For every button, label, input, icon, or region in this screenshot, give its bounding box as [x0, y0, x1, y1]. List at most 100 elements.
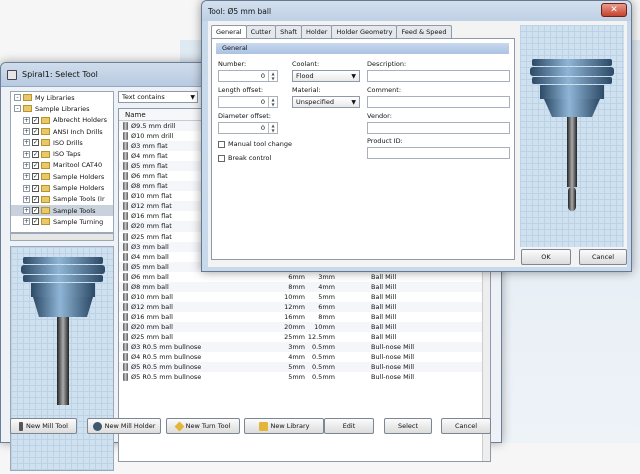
- tree-item[interactable]: + ✓ Sample Tools: [11, 204, 113, 217]
- expand-icon[interactable]: +: [23, 195, 30, 203]
- tab-cutter[interactable]: Cutter: [245, 25, 277, 38]
- description-field[interactable]: [367, 70, 510, 82]
- tree-item[interactable]: + ✓ Maritool CAT40: [11, 160, 113, 171]
- list-item[interactable]: Ø25 mm ball 25mm 12.5mm Ball Mill: [119, 332, 490, 342]
- checkbox-icon[interactable]: ✓: [32, 139, 39, 147]
- expand-icon[interactable]: +: [23, 173, 30, 181]
- coolant-select[interactable]: Flood ▼: [292, 70, 360, 82]
- product-id-field[interactable]: [367, 147, 510, 159]
- new-library-button[interactable]: New Library: [244, 418, 324, 434]
- list-item[interactable]: Ø3 R0.5 mm bullnose 3mm 0.5mm Bull-nose Mil…: [119, 342, 490, 353]
- number-field[interactable]: 0 ▲ ▼: [218, 70, 278, 82]
- dialog-cancel-button[interactable]: Cancel: [579, 249, 627, 265]
- cancel-button[interactable]: Cancel: [441, 418, 491, 434]
- end-mill-icon: [123, 222, 128, 231]
- ok-button[interactable]: OK: [521, 249, 571, 265]
- new-library-label: New Library: [270, 422, 310, 430]
- select-button[interactable]: Select: [384, 418, 432, 434]
- end-mill-icon: [123, 302, 128, 311]
- new-turn-tool-button[interactable]: New Turn Tool: [166, 418, 240, 434]
- coolant-value: Flood: [296, 72, 314, 80]
- checkbox-box[interactable]: [218, 140, 225, 148]
- checkbox-box[interactable]: [218, 154, 225, 162]
- chevron-down-icon: ▼: [351, 73, 356, 80]
- checkbox-icon[interactable]: ✓: [32, 173, 39, 181]
- app-icon: [7, 69, 17, 80]
- expand-icon[interactable]: +: [23, 184, 30, 192]
- break-control-checkbox[interactable]: Break control: [218, 154, 271, 162]
- tab-general[interactable]: General: [211, 25, 247, 39]
- tool-dialog-titlebar[interactable]: Tool: Ø5 mm ball: [202, 1, 631, 21]
- tree-item-label: Sample Tools (Ir: [53, 195, 105, 204]
- tree-item[interactable]: + ✓ ISO Taps: [11, 148, 113, 159]
- edit-button[interactable]: Edit: [324, 418, 374, 434]
- expand-icon[interactable]: +: [23, 139, 30, 147]
- tree-item[interactable]: - My Libraries: [11, 92, 113, 103]
- list-item[interactable]: Ø8 mm ball 8mm 4mm Ball Mill: [119, 281, 490, 292]
- checkbox-icon[interactable]: ✓: [32, 161, 39, 169]
- library-tree[interactable]: - My Libraries - Sample Libraries + ✓ Albrecht…: [10, 91, 114, 233]
- manual-tool-change-checkbox[interactable]: Manual tool change: [218, 140, 292, 148]
- list-item[interactable]: Ø5 R0.5 mm bullnose 5mm 0.5mm Bull-nose Mil…: [119, 362, 490, 373]
- tree-item[interactable]: + ✓ Albrecht Holders: [11, 115, 113, 126]
- new-mill-tool-button[interactable]: New Mill Tool: [10, 418, 77, 434]
- tree-item[interactable]: + ✓ Sample Holders: [11, 171, 113, 182]
- vendor-field[interactable]: [367, 122, 510, 134]
- expand-icon[interactable]: +: [23, 207, 30, 215]
- filter-select[interactable]: Text contains ▼: [118, 91, 198, 103]
- diameter-offset-label: Diameter offset:: [218, 112, 271, 120]
- expand-icon[interactable]: +: [23, 128, 30, 136]
- expand-icon[interactable]: +: [23, 116, 30, 124]
- new-mill-holder-button[interactable]: New Mill Holder: [87, 418, 161, 434]
- checkbox-icon[interactable]: ✓: [32, 150, 39, 158]
- tree-horizontal-scrollbar[interactable]: [10, 233, 114, 241]
- checkbox-icon[interactable]: ✓: [32, 195, 39, 203]
- tree-item-label: Sample Holders: [53, 172, 105, 181]
- tree-item[interactable]: + ✓ ISO Drills: [11, 137, 113, 148]
- diameter-offset-field[interactable]: 0 ▲ ▼: [218, 122, 278, 134]
- close-icon[interactable]: ✕: [601, 3, 627, 17]
- cell-type: Bull-nose Mill: [371, 343, 415, 352]
- vendor-label: Vendor:: [367, 112, 392, 120]
- tree-item[interactable]: + ✓ Sample Holders: [11, 182, 113, 193]
- tree-item-label: Maritool CAT40: [53, 161, 103, 170]
- tree-item[interactable]: + ✓ Sample Turning: [11, 216, 113, 227]
- spinner-icon[interactable]: ▲ ▼: [268, 71, 277, 81]
- material-select[interactable]: Unspecified ▼: [292, 96, 360, 108]
- cell-d: 25mm: [284, 333, 305, 341]
- checkbox-icon[interactable]: ✓: [32, 218, 39, 226]
- end-mill-icon: [123, 212, 128, 221]
- list-item[interactable]: Ø12 mm ball 12mm 6mm Ball Mill: [119, 301, 490, 312]
- cell-d: 20mm: [284, 322, 305, 331]
- expand-icon[interactable]: -: [14, 94, 21, 102]
- list-item[interactable]: Ø20 mm ball 20mm 10mm Ball Mill: [119, 321, 490, 332]
- comment-field[interactable]: [367, 96, 510, 108]
- list-item[interactable]: Ø16 mm ball 16mm 8mm Ball Mill: [119, 312, 490, 322]
- spinner-icon[interactable]: ▲ ▼: [268, 123, 277, 133]
- expand-icon[interactable]: +: [23, 150, 30, 158]
- holder-icon: [92, 421, 102, 431]
- checkbox-icon[interactable]: ✓: [32, 207, 39, 215]
- checkbox-icon[interactable]: ✓: [32, 184, 39, 192]
- expand-icon[interactable]: +: [23, 218, 30, 226]
- checkbox-icon[interactable]: ✓: [32, 116, 39, 124]
- checkbox-icon[interactable]: ✓: [32, 128, 39, 136]
- tab-holder[interactable]: Holder: [301, 25, 333, 38]
- list-item[interactable]: Ø6 mm ball 6mm 3mm Ball Mill: [119, 272, 490, 282]
- tab-holder-geometry[interactable]: Holder Geometry: [331, 25, 398, 38]
- spinner-icon[interactable]: ▲ ▼: [268, 97, 277, 107]
- cell-l: 0.5mm: [311, 343, 335, 352]
- expand-icon[interactable]: +: [23, 161, 30, 169]
- list-item[interactable]: Ø5 R0.5 mm bullnose 5mm 0.5mm Bull-nose Mil…: [119, 372, 490, 382]
- expand-icon[interactable]: -: [14, 105, 21, 113]
- cell-name: Ø8 mm ball: [131, 282, 169, 291]
- list-item[interactable]: Ø10 mm ball 10mm 5mm Ball Mill: [119, 292, 490, 302]
- tree-item[interactable]: + ✓ ANSI Inch Drills: [11, 126, 113, 137]
- tab-shaft[interactable]: Shaft: [275, 25, 303, 38]
- tab-feed-speed[interactable]: Feed & Speed: [396, 25, 452, 38]
- tree-item[interactable]: - Sample Libraries: [11, 103, 113, 114]
- tree-item[interactable]: + ✓ Sample Tools (Ir: [11, 194, 113, 205]
- folder-icon: [41, 150, 50, 158]
- list-item[interactable]: Ø4 R0.5 mm bullnose 4mm 0.5mm Bull-nose Mil…: [119, 352, 490, 362]
- length-offset-field[interactable]: 0 ▲ ▼: [218, 96, 278, 108]
